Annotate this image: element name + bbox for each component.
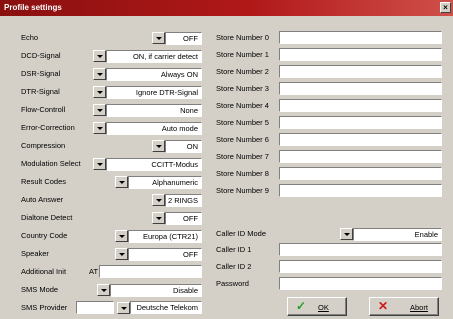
caller-id-1-input[interactable] [279,243,442,256]
store-number-4-input[interactable] [279,99,442,112]
store-number-7-input[interactable] [279,150,442,163]
country-code-label: Country Code [21,231,68,240]
dialtone-dropdown-button[interactable] [152,212,165,224]
dcd-dropdown-button[interactable] [93,50,106,62]
echo-select[interactable]: OFF [165,32,202,45]
store-number-9-label: Store Number 9 [216,186,269,195]
dsr-signal-select[interactable]: Always ON [106,68,202,81]
store-number-2-input[interactable] [279,65,442,78]
dcd-signal-label: DCD-Signal [21,51,61,60]
echo-dropdown-button[interactable] [152,32,165,44]
title-bar: Profile settings × [0,0,453,16]
abort-button-label: Abort [410,303,428,312]
additional-init-label: Additional Init [21,267,67,276]
country-code-select[interactable]: Europa (CTR21) [128,230,202,243]
sms-provider-label: SMS Provider [21,303,68,312]
sms-mode-label: SMS Mode [21,285,59,294]
speaker-select[interactable]: OFF [128,248,202,261]
error-correction-select[interactable]: Auto mode [106,122,202,135]
store-number-6-label: Store Number 6 [216,135,269,144]
result-codes-label: Result Codes [21,177,67,186]
dtr-signal-label: DTR-Signal [21,87,60,96]
result-dropdown-button[interactable] [115,176,128,188]
additional-init-input[interactable] [99,265,202,278]
ok-button-label: OK [318,303,329,312]
dsr-dropdown-button[interactable] [93,68,106,80]
auto-answer-select[interactable]: 2 RINGS [165,194,202,207]
store-number-5-input[interactable] [279,116,442,129]
caller-id-2-label: Caller ID 2 [216,262,252,271]
caller-id-mode-dropdown-button[interactable] [340,228,353,240]
country-dropdown-button[interactable] [115,230,128,242]
store-number-2-label: Store Number 2 [216,67,269,76]
autoanswer-dropdown-button[interactable] [152,194,165,206]
sms-provider-select[interactable]: Deutsche Telekom [130,301,202,314]
dcd-signal-select[interactable]: ON, if carrier detect [106,50,202,63]
caller-id-1-label: Caller ID 1 [216,245,252,254]
modulation-dropdown-button[interactable] [93,158,106,170]
compression-dropdown-button[interactable] [152,140,165,152]
store-number-5-label: Store Number 5 [216,118,269,127]
at-prefix: AT [89,267,99,276]
auto-answer-label: Auto Answer [21,195,64,204]
compression-label: Compression [21,141,66,150]
dtr-signal-select[interactable]: Ignore DTR-Signal [106,86,202,99]
store-number-9-input[interactable] [279,184,442,197]
sms-mode-select[interactable]: Disable [110,284,202,297]
echo-label: Echo [21,33,39,42]
result-codes-select[interactable]: Alphanumeric [128,176,202,189]
dialtone-detect-select[interactable]: OFF [165,212,202,225]
speaker-label: Speaker [21,249,49,258]
caller-id-2-input[interactable] [279,260,442,273]
caller-id-mode-select[interactable]: Enable [353,228,442,241]
store-number-1-label: Store Number 1 [216,50,269,59]
window-title: Profile settings [4,3,62,12]
flow-dropdown-button[interactable] [93,104,106,116]
store-number-0-label: Store Number 0 [216,33,269,42]
x-icon: ✕ [378,299,389,313]
ok-button[interactable]: ✓ OK [287,297,347,316]
dialtone-detect-label: Dialtone Detect [21,213,73,222]
flow-control-select[interactable]: None [106,104,202,117]
error-correction-label: Error-Correction [21,123,75,132]
store-number-6-input[interactable] [279,133,442,146]
modulation-select[interactable]: CCITT-Modus [106,158,202,171]
flow-control-label: Flow-Controll [21,105,66,114]
sms-mode-dropdown-button[interactable] [97,284,110,296]
caller-id-mode-label: Caller ID Mode [216,229,267,238]
password-input[interactable] [279,277,442,290]
store-number-4-label: Store Number 4 [216,101,269,110]
check-icon: ✓ [296,299,307,313]
close-icon: × [443,3,448,12]
password-label: Password [216,279,249,288]
store-number-3-label: Store Number 3 [216,84,269,93]
abort-button[interactable]: ✕ Abort [369,297,439,316]
store-number-8-input[interactable] [279,167,442,180]
compression-select[interactable]: ON [165,140,202,153]
store-number-3-input[interactable] [279,82,442,95]
store-number-0-input[interactable] [279,31,442,44]
error-dropdown-button[interactable] [93,122,106,134]
store-number-7-label: Store Number 7 [216,152,269,161]
dtr-dropdown-button[interactable] [93,86,106,98]
close-button[interactable]: × [440,2,451,13]
speaker-dropdown-button[interactable] [115,248,128,260]
sms-provider-number-input[interactable] [76,301,114,314]
dsr-signal-label: DSR-Signal [21,69,61,78]
store-number-1-input[interactable] [279,48,442,61]
modulation-select-label: Modulation Select [21,159,81,168]
sms-provider-dropdown-button[interactable] [117,302,130,314]
store-number-8-label: Store Number 8 [216,169,269,178]
